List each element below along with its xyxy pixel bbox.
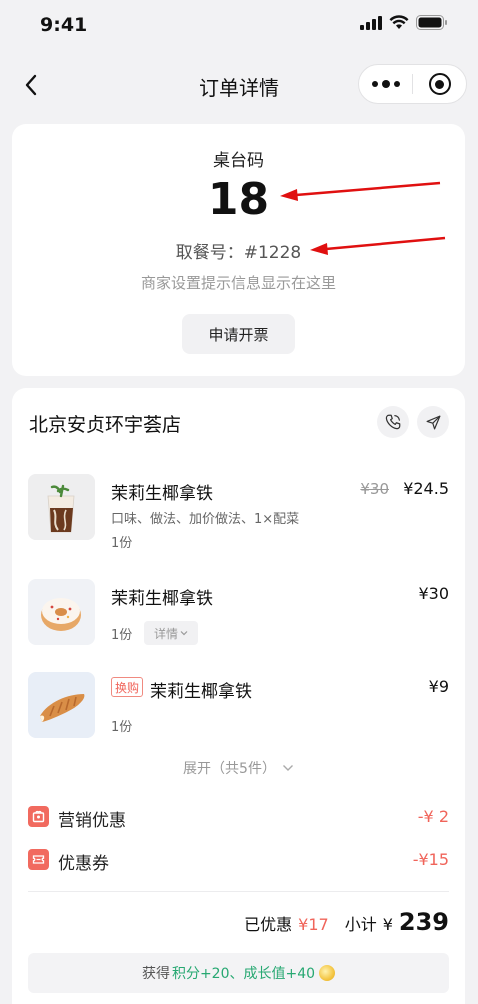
wifi-icon [389,15,409,29]
reward-banner: 获得 积分+20、成长值+40 [28,953,449,993]
phone-icon [385,414,401,430]
expand-label: 展开（共5件） [183,761,276,777]
store-name: 北京安贞环宇荟店 [29,414,182,436]
table-number: 18 [207,174,270,225]
status-time: 9:41 [40,14,88,36]
more-dot-icon [393,81,400,87]
status-bar: 9:41 [0,0,478,52]
order-item[interactable]: 茉莉生椰拿铁 ¥30 ¥24.5 口味、做法、加价做法、1×配菜 1份 [28,474,449,551]
navigate-button[interactable] [417,406,449,438]
item-price: ¥30 [418,584,449,603]
detail-label: 详情 [153,626,178,641]
reward-prefix: 获得 [141,966,170,982]
status-icons [360,15,448,30]
coupon-icon [28,849,49,870]
order-items-card: 北京安贞环宇荟店 茉莉生椰拿铁 ¥30 ¥24.5 口味、做法、加价做法、1×配… [12,388,465,1004]
item-detail-button[interactable]: 详情 [144,621,198,645]
subtotal-label: 小计 [344,915,377,934]
discount-value: -¥ 2 [417,807,449,826]
order-info-card: 桌台码 18 取餐号：#1228 商家设置提示信息显示在这里 申请开票 [12,124,465,376]
discount-value: -¥15 [412,850,449,869]
discount-label: 优惠券 [58,854,109,874]
discount-row-coupon: 优惠券 -¥15 [28,847,449,874]
item-quantity: 1份 [111,536,133,551]
item-spec: 口味、做法、加价做法、1×配菜 [111,512,300,527]
donut-image [28,579,95,645]
item-original-price: ¥30 [360,480,389,498]
reward-points: 积分+20、成长值+40 [171,966,316,982]
order-totals: 已优惠 ¥17 小计 ¥ 239 [244,908,449,936]
navigation-icon [426,415,440,429]
more-dot-icon [381,80,390,88]
item-name: 茉莉生椰拿铁 [150,682,252,702]
item-name: 茉莉生椰拿铁 [111,589,213,609]
exchange-tag: 换购 [111,677,144,697]
signal-icon [360,15,382,30]
order-item[interactable]: 茉莉生椰拿铁 ¥30 1份 详情 [28,579,449,649]
item-quantity: 1份 [111,720,133,735]
item-name: 茉莉生椰拿铁 [111,484,213,504]
pastry-roll-image [28,672,95,738]
more-button[interactable] [359,65,412,103]
discount-label: 营销优惠 [58,811,126,831]
merchant-hint: 商家设置提示信息显示在这里 [140,274,336,292]
expand-items-button[interactable]: 展开（共5件） [12,758,465,778]
table-code-label: 桌台码 [213,151,264,171]
item-price: ¥9 [428,677,449,696]
order-item[interactable]: 换购 茉莉生椰拿铁 ¥9 1份 [28,672,449,742]
call-store-button[interactable] [377,406,409,438]
chevron-down-icon [282,765,293,771]
coin-icon [319,965,336,981]
subtotal-currency: ¥ [382,915,393,934]
saved-value: ¥17 [298,915,329,934]
drink-latte-image [28,474,95,540]
target-close-icon [428,73,451,95]
discount-row-promo: 营销优惠 -¥ 2 [28,804,449,831]
invoice-button[interactable]: 申请开票 [182,314,295,354]
saved-label: 已优惠 [244,915,293,934]
item-quantity: 1份 [111,628,133,643]
promo-icon [28,806,49,827]
item-price: ¥24.5 [403,479,449,498]
mini-program-capsule [358,64,467,104]
battery-icon [416,15,447,30]
pickup-number: 取餐号：#1228 [175,243,302,263]
close-mini-program-button[interactable] [413,65,466,103]
chevron-down-icon [180,631,188,636]
subtotal-value: 239 [398,908,449,936]
nav-bar: 订单详情 [0,56,478,116]
more-dot-icon [371,81,378,87]
divider [28,891,449,892]
